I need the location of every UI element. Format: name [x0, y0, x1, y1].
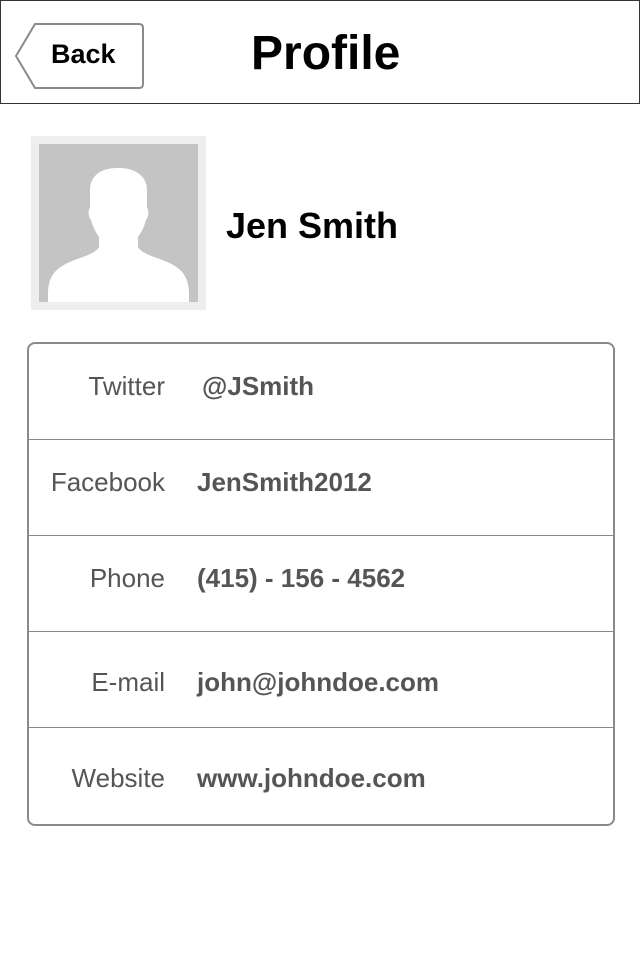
avatar: [31, 136, 206, 310]
website-value[interactable]: www.johndoe.com: [197, 728, 426, 823]
info-row-website[interactable]: Website www.johndoe.com: [29, 728, 613, 823]
twitter-label: Twitter: [88, 371, 165, 401]
page-title: Profile: [251, 27, 401, 80]
person-silhouette-icon: [48, 168, 189, 302]
back-button-label: Back: [51, 39, 116, 69]
website-label: Website: [71, 763, 165, 793]
info-row-email[interactable]: E-mail john@johndoe.com: [29, 632, 613, 728]
profile-info-card: Twitter @JSmith Facebook JenSmith2012 Ph…: [27, 342, 615, 826]
phone-label: Phone: [89, 563, 165, 593]
phone-value[interactable]: (415) - 156 - 4562: [197, 536, 405, 631]
facebook-label: Facebook: [50, 467, 165, 497]
email-label: E-mail: [91, 667, 165, 697]
avatar-image: [39, 144, 198, 302]
info-row-twitter[interactable]: Twitter @JSmith: [29, 344, 613, 440]
email-value[interactable]: john@johndoe.com: [197, 632, 439, 727]
navigation-bar: Back Profile: [0, 0, 640, 104]
twitter-value[interactable]: @JSmith: [202, 344, 314, 439]
info-row-phone[interactable]: Phone (415) - 156 - 4562: [29, 536, 613, 632]
facebook-value[interactable]: JenSmith2012: [197, 440, 372, 535]
back-button[interactable]: Back: [15, 23, 145, 89]
info-row-facebook[interactable]: Facebook JenSmith2012: [29, 440, 613, 536]
profile-name: Jen Smith: [226, 205, 399, 246]
